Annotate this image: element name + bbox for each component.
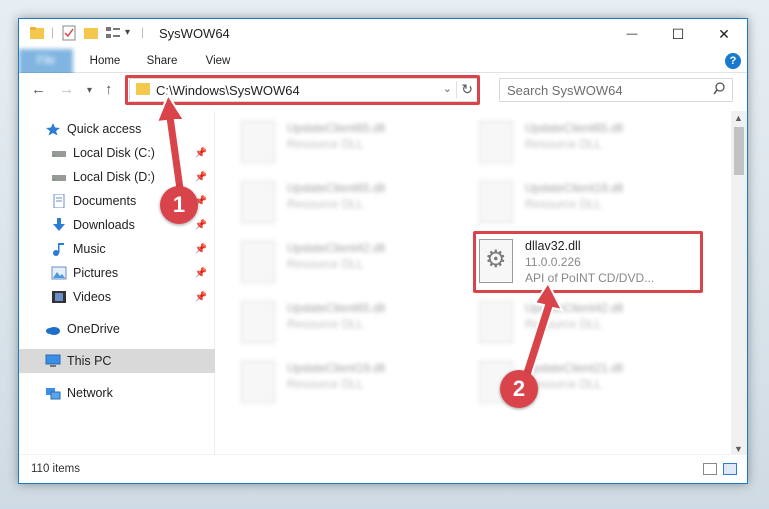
arrow-2-icon xyxy=(519,281,564,382)
annotation-arrows xyxy=(155,92,564,382)
step-marker-1: 1 xyxy=(160,186,198,224)
arrow-1-icon xyxy=(155,92,187,195)
step-marker-2: 2 xyxy=(500,370,538,408)
